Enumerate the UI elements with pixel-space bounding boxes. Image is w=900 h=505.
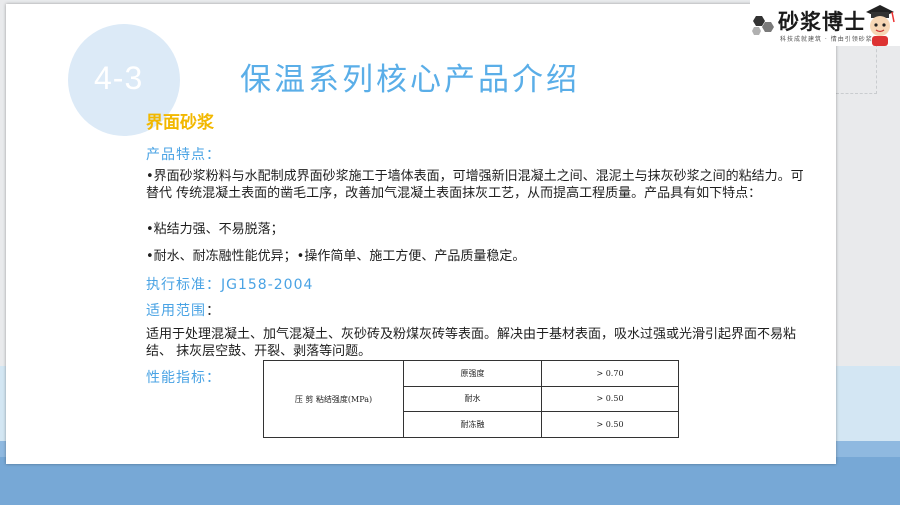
placeholder-outline bbox=[836, 44, 877, 94]
table-cell-value: > 0.50 bbox=[541, 385, 679, 413]
features-heading: 产品特点： bbox=[146, 147, 221, 163]
table-row: 压 剪 粘结强度(MPa) 原强度 > 0.70 bbox=[263, 360, 679, 438]
table-cell-value: > 0.50 bbox=[541, 411, 679, 438]
product-name: 界面砂浆 bbox=[146, 113, 214, 133]
features-intro: •界面砂浆粉料与水配制成界面砂浆施工于墙体表面，可增强新旧混凝土之间、混泥土与抹… bbox=[146, 169, 804, 201]
section-number: 4-3 bbox=[94, 60, 144, 96]
standard-label: 执行标准：JG158-2004 bbox=[146, 277, 314, 293]
table-cell-value: > 0.70 bbox=[541, 360, 679, 387]
table-cell-condition: 耐冻融 bbox=[403, 411, 542, 438]
scope-heading-text: 适用范围 bbox=[146, 303, 206, 319]
table-cell-condition: 耐水 bbox=[403, 385, 542, 413]
logo-blocks-icon bbox=[752, 16, 774, 35]
spec-table: 压 剪 粘结强度(MPa) 原强度 > 0.70 耐水 > 0.50 耐冻融 >… bbox=[263, 360, 679, 438]
scope-text: 适用于处理混凝土、加气混凝土、灰砂砖及粉煤灰砖等表面。解决由于基材表面，吸水过强… bbox=[146, 327, 797, 359]
brand-name: 砂浆博士 bbox=[778, 10, 866, 34]
feature-item-2: •耐水、耐冻融性能优异；•操作简单、施工方便、产品质量稳定。 bbox=[146, 249, 526, 264]
scope-heading: 适用范围： bbox=[146, 300, 221, 320]
mascot-icon bbox=[866, 5, 895, 46]
table-cell-condition: 原强度 bbox=[403, 360, 542, 387]
performance-heading: 性能指标： bbox=[146, 370, 221, 386]
brand-slogan: 科技成就建筑 · 情由引领砂浆 bbox=[780, 36, 873, 43]
table-row-header: 压 剪 粘结强度(MPa) bbox=[263, 360, 404, 438]
feature-item-1: •粘结力强、不易脱落； bbox=[146, 222, 284, 237]
slide-title: 保温系列核心产品介绍 bbox=[240, 62, 580, 98]
scope-heading-colon: ： bbox=[206, 303, 221, 319]
slide-canvas: 4-3 保温系列核心产品介绍 界面砂浆 产品特点： •界面砂浆粉料与水配制成界面… bbox=[6, 4, 836, 464]
